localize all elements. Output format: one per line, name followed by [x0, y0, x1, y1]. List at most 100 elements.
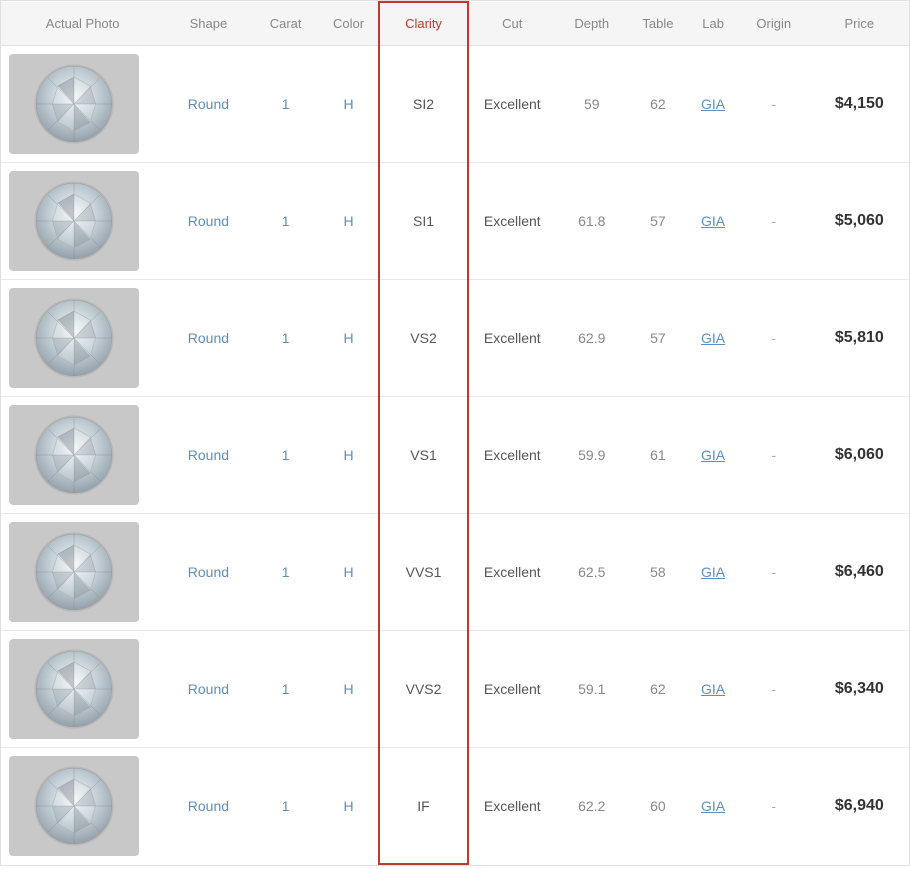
- cell-price: $4,150: [810, 46, 909, 163]
- table-row: Round 1 H SI1 Excellent 61.8 57 GIA - $5…: [1, 163, 909, 280]
- cell-carat: 1: [253, 46, 319, 163]
- cell-shape: Round: [164, 748, 252, 865]
- cell-lab[interactable]: GIA: [688, 397, 738, 514]
- cell-color: H: [319, 280, 380, 397]
- col-header-cut: Cut: [468, 2, 556, 46]
- col-header-shape: Shape: [164, 2, 252, 46]
- cell-origin: -: [738, 631, 810, 748]
- cell-shape: Round: [164, 397, 252, 514]
- cell-origin: -: [738, 163, 810, 280]
- diamond-image: [9, 171, 139, 271]
- cell-cut: Excellent: [468, 46, 556, 163]
- diamond-table: Actual Photo Shape Carat Color Clarity C…: [0, 0, 910, 866]
- col-header-table: Table: [628, 2, 689, 46]
- cell-shape: Round: [164, 514, 252, 631]
- cell-depth: 62.2: [556, 748, 628, 865]
- diamond-image: [9, 639, 139, 739]
- table-row: Round 1 H VVS2 Excellent 59.1 62 GIA - $…: [1, 631, 909, 748]
- cell-table: 62: [628, 631, 689, 748]
- table-row: Round 1 H IF Excellent 62.2 60 GIA - $6,…: [1, 748, 909, 865]
- cell-shape: Round: [164, 280, 252, 397]
- cell-lab[interactable]: GIA: [688, 163, 738, 280]
- cell-clarity: SI1: [379, 163, 467, 280]
- cell-lab[interactable]: GIA: [688, 514, 738, 631]
- cell-table: 57: [628, 280, 689, 397]
- cell-clarity: VVS2: [379, 631, 467, 748]
- cell-table: 61: [628, 397, 689, 514]
- diamond-photo-cell: [1, 748, 164, 865]
- cell-cut: Excellent: [468, 163, 556, 280]
- diamond-photo-cell: [1, 163, 164, 280]
- col-header-color: Color: [319, 2, 380, 46]
- cell-lab[interactable]: GIA: [688, 280, 738, 397]
- cell-origin: -: [738, 280, 810, 397]
- diamond-image: [9, 54, 139, 154]
- diamond-photo-cell: [1, 631, 164, 748]
- col-header-clarity: Clarity: [379, 2, 467, 46]
- cell-price: $5,810: [810, 280, 909, 397]
- diamond-image: [9, 522, 139, 622]
- cell-price: $5,060: [810, 163, 909, 280]
- cell-color: H: [319, 163, 380, 280]
- cell-depth: 59: [556, 46, 628, 163]
- diamond-image: [9, 756, 139, 856]
- diamond-photo-cell: [1, 397, 164, 514]
- cell-carat: 1: [253, 397, 319, 514]
- col-header-depth: Depth: [556, 2, 628, 46]
- table-row: Round 1 H SI2 Excellent 59 62 GIA - $4,1…: [1, 46, 909, 163]
- cell-price: $6,460: [810, 514, 909, 631]
- col-header-price: Price: [810, 2, 909, 46]
- cell-price: $6,060: [810, 397, 909, 514]
- cell-color: H: [319, 631, 380, 748]
- cell-table: 57: [628, 163, 689, 280]
- diamond-image: [9, 405, 139, 505]
- cell-depth: 59.9: [556, 397, 628, 514]
- cell-price: $6,940: [810, 748, 909, 865]
- diamond-photo-cell: [1, 46, 164, 163]
- col-header-carat: Carat: [253, 2, 319, 46]
- cell-depth: 61.8: [556, 163, 628, 280]
- cell-clarity: IF: [379, 748, 467, 865]
- cell-lab[interactable]: GIA: [688, 631, 738, 748]
- cell-depth: 62.5: [556, 514, 628, 631]
- cell-cut: Excellent: [468, 748, 556, 865]
- cell-color: H: [319, 514, 380, 631]
- col-header-lab: Lab: [688, 2, 738, 46]
- cell-shape: Round: [164, 631, 252, 748]
- cell-carat: 1: [253, 631, 319, 748]
- cell-shape: Round: [164, 46, 252, 163]
- cell-origin: -: [738, 514, 810, 631]
- col-header-origin: Origin: [738, 2, 810, 46]
- cell-cut: Excellent: [468, 631, 556, 748]
- cell-clarity: SI2: [379, 46, 467, 163]
- cell-color: H: [319, 748, 380, 865]
- cell-price: $6,340: [810, 631, 909, 748]
- cell-depth: 62.9: [556, 280, 628, 397]
- cell-clarity: VS2: [379, 280, 467, 397]
- cell-cut: Excellent: [468, 397, 556, 514]
- cell-color: H: [319, 397, 380, 514]
- table-row: Round 1 H VS2 Excellent 62.9 57 GIA - $5…: [1, 280, 909, 397]
- diamond-image: [9, 288, 139, 388]
- cell-shape: Round: [164, 163, 252, 280]
- diamond-photo-cell: [1, 514, 164, 631]
- cell-origin: -: [738, 397, 810, 514]
- table-row: Round 1 H VVS1 Excellent 62.5 58 GIA - $…: [1, 514, 909, 631]
- cell-table: 60: [628, 748, 689, 865]
- col-header-photo: Actual Photo: [1, 2, 164, 46]
- cell-origin: -: [738, 748, 810, 865]
- cell-carat: 1: [253, 748, 319, 865]
- cell-carat: 1: [253, 280, 319, 397]
- cell-table: 58: [628, 514, 689, 631]
- cell-lab[interactable]: GIA: [688, 748, 738, 865]
- cell-carat: 1: [253, 514, 319, 631]
- table-row: Round 1 H VS1 Excellent 59.9 61 GIA - $6…: [1, 397, 909, 514]
- cell-origin: -: [738, 46, 810, 163]
- cell-table: 62: [628, 46, 689, 163]
- cell-clarity: VS1: [379, 397, 467, 514]
- cell-carat: 1: [253, 163, 319, 280]
- cell-depth: 59.1: [556, 631, 628, 748]
- cell-cut: Excellent: [468, 514, 556, 631]
- cell-color: H: [319, 46, 380, 163]
- cell-lab[interactable]: GIA: [688, 46, 738, 163]
